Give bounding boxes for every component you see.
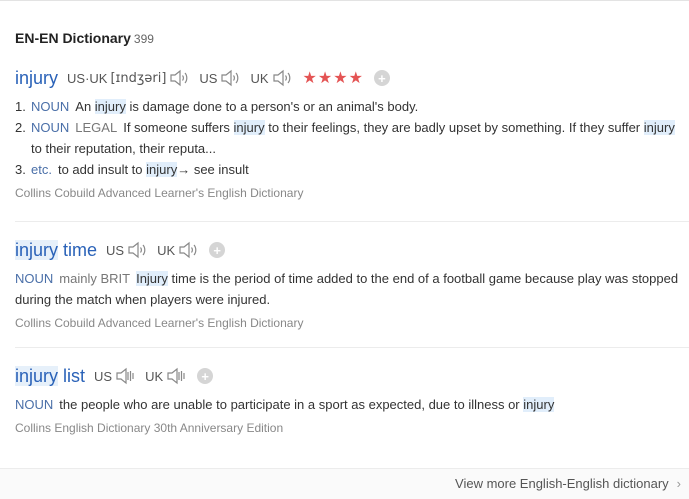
view-more-label: View more English-English dictionary: [455, 476, 669, 491]
definition-item: 1. NOUN An injury is damage done to a per…: [15, 96, 689, 117]
headword-highlight: injury: [15, 365, 59, 386]
headword[interactable]: injury: [15, 68, 58, 89]
part-of-speech: etc.: [31, 162, 52, 177]
result-count: 399: [133, 32, 154, 46]
definition-text: If someone suffers: [123, 120, 234, 135]
definition-text: to their reputation, their reputa...: [31, 141, 216, 156]
part-of-speech: NOUN: [15, 397, 54, 412]
phonetic: [ɪndʒəri]: [110, 70, 167, 86]
register-label: mainly BRIT: [59, 271, 131, 286]
entry-injury-time: injury time US UK + NOUN mainly BRIT Injur…: [15, 238, 689, 330]
pron-lang: US: [94, 368, 113, 384]
definition-text: → see insult: [177, 162, 249, 177]
highlighted-term: injury: [94, 99, 126, 114]
definition-item: NOUN the people who are unable to partici…: [15, 394, 689, 415]
speaker-icon[interactable]: [114, 366, 136, 386]
dictionary-header: EN-EN Dictionary 399: [15, 30, 154, 46]
definition-item: 3. etc. to add insult to injury→ see insu…: [15, 159, 689, 180]
footer-bar: View more English-English dictionary ›: [0, 468, 689, 499]
chevron-right-icon: ›: [676, 476, 681, 491]
pron-lang: UK: [145, 368, 164, 384]
definition-text: An: [75, 99, 95, 114]
definition-list: 1. NOUN An injury is damage done to a per…: [15, 96, 689, 180]
register-label: LEGAL: [75, 120, 118, 135]
highlighted-term: injury: [233, 120, 265, 135]
view-more-link[interactable]: View more English-English dictionary ›: [455, 476, 681, 491]
headword[interactable]: injury time: [15, 239, 98, 261]
entry-headrow: injury time US UK +: [15, 238, 689, 262]
source-label: Collins Cobuild Advanced Learner's Engli…: [15, 316, 304, 330]
pron-lang: UK: [250, 70, 269, 86]
definition-text: the people who are unable to participate…: [59, 397, 524, 412]
plus-icon[interactable]: +: [197, 368, 214, 384]
highlighted-term: Injury: [136, 271, 168, 286]
definition-text: is damage done to a person's or an anima…: [125, 99, 419, 114]
speaker-icon[interactable]: [271, 68, 293, 88]
entry-divider: [15, 221, 689, 222]
pron-lang: UK: [157, 242, 176, 258]
definition-number: 2.: [15, 120, 26, 135]
source-label: Collins English Dictionary 30th Annivers…: [15, 421, 284, 435]
part-of-speech: NOUN: [31, 99, 70, 114]
definition-text: to their feelings, they are badly upset …: [264, 120, 644, 135]
part-of-speech: NOUN: [31, 120, 70, 135]
headword-highlight: injury: [15, 239, 59, 260]
top-divider: [0, 0, 689, 1]
highlighted-term: injury: [643, 120, 675, 135]
entry-injury: injury US·UK [ɪndʒəri] US UK ★★★★ + 1. N…: [15, 66, 689, 200]
highlighted-term: injury: [146, 162, 178, 177]
definition-number: 1.: [15, 99, 26, 114]
frequency-stars: ★★★★: [302, 70, 364, 87]
speaker-icon[interactable]: [219, 68, 241, 88]
definition-item: 2. NOUN LEGAL If someone suffers injury to…: [15, 117, 689, 159]
speaker-icon[interactable]: [165, 366, 187, 386]
speaker-icon[interactable]: [126, 240, 148, 260]
plus-icon[interactable]: +: [373, 70, 390, 86]
pron-lang: US: [199, 70, 218, 86]
plus-icon[interactable]: +: [209, 242, 226, 258]
source-label: Collins Cobuild Advanced Learner's Engli…: [15, 186, 304, 200]
entry-injury-list: injury list US UK + NOUN the people who a…: [15, 364, 689, 435]
definition-number: 3.: [15, 162, 26, 177]
pron-lang: US: [106, 242, 125, 258]
speaker-icon[interactable]: [177, 240, 199, 260]
pron-lang: US·UK: [67, 70, 108, 86]
headword-rest: time: [58, 239, 98, 260]
part-of-speech: NOUN: [15, 271, 54, 286]
dictionary-title: EN-EN Dictionary: [15, 30, 131, 46]
entry-headrow: injury list US UK +: [15, 364, 689, 388]
highlighted-term: injury: [523, 397, 555, 412]
definition-text: to add insult to: [57, 162, 147, 177]
headword[interactable]: injury list: [15, 365, 86, 387]
definition-item: NOUN mainly BRIT Injury time is the period…: [15, 268, 689, 310]
headword-rest: list: [58, 365, 86, 386]
speaker-icon[interactable]: [168, 68, 190, 88]
entry-divider: [15, 347, 689, 348]
entry-headrow: injury US·UK [ɪndʒəri] US UK ★★★★ +: [15, 66, 689, 90]
